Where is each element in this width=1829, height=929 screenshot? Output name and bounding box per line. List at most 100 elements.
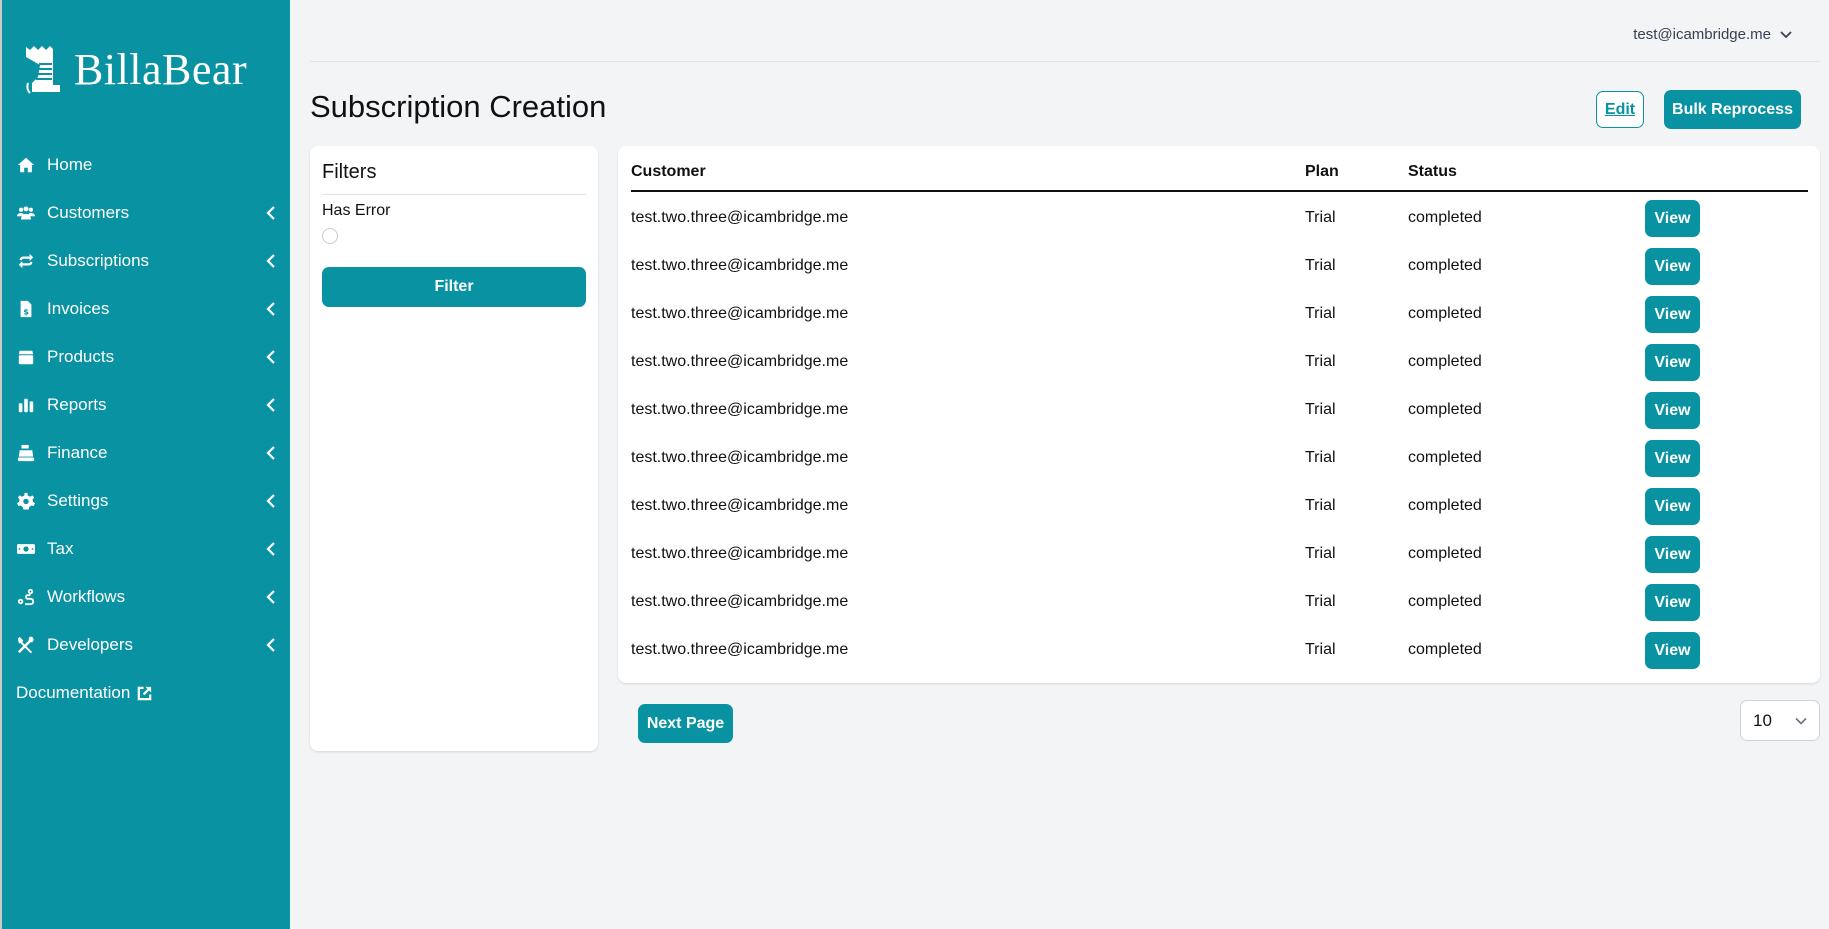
chevron-left-icon: [266, 205, 276, 221]
external-link-icon: [138, 686, 152, 700]
column-header-plan: Plan: [1305, 163, 1339, 180]
customer-cell: test.two.three@icambridge.me: [631, 593, 849, 610]
customer-cell: test.two.three@icambridge.me: [631, 641, 849, 658]
customer-cell: test.two.three@icambridge.me: [631, 401, 849, 418]
customer-cell: test.two.three@icambridge.me: [631, 545, 849, 562]
chevron-left-icon: [266, 493, 276, 509]
brand-logo[interactable]: BillaBear: [22, 44, 247, 95]
table-row: test.two.three@icambridge.me Trial complet…: [618, 435, 1820, 483]
sidebar-item-label: Tax: [47, 539, 74, 558]
plan-cell: Trial: [1305, 257, 1336, 274]
sidebar-item-label: Subscriptions: [47, 251, 150, 270]
sidebar-item-label: Products: [47, 347, 115, 366]
sidebar-item-subscriptions[interactable]: Subscriptions: [2, 237, 290, 285]
plan-cell: Trial: [1305, 641, 1336, 658]
svg-text:$: $: [23, 306, 29, 316]
sidebar-item-invoices[interactable]: $ Invoices: [2, 285, 290, 333]
table-row: test.two.three@icambridge.me Trial complet…: [618, 339, 1820, 387]
table-row: test.two.three@icambridge.me Trial complet…: [618, 579, 1820, 627]
table-row: test.two.three@icambridge.me Trial complet…: [618, 627, 1820, 675]
sidebar-item-customers[interactable]: Customers: [2, 189, 290, 237]
view-button[interactable]: View: [1645, 584, 1700, 621]
filter-button[interactable]: Filter: [322, 267, 586, 307]
invoice-icon: $: [15, 300, 37, 318]
status-cell: completed: [1408, 641, 1482, 658]
plan-cell: Trial: [1305, 209, 1336, 226]
chevron-left-icon: [266, 301, 276, 317]
column-header-customer: Customer: [631, 163, 706, 180]
view-button[interactable]: View: [1645, 344, 1700, 381]
customer-cell: test.two.three@icambridge.me: [631, 497, 849, 514]
sidebar-item-label: Finance: [47, 443, 108, 462]
brand-name: BillaBear: [74, 45, 248, 94]
sidebar-item-label: Invoices: [47, 299, 110, 318]
sidebar-nav: Home Customers Subscriptions $ Invoices …: [2, 141, 290, 717]
user-email: test@icambridge.me: [1633, 26, 1771, 43]
sidebar-item-label: Developers: [47, 635, 133, 654]
sidebar-item-home[interactable]: Home: [2, 141, 290, 189]
chevron-left-icon: [266, 349, 276, 365]
plan-cell: Trial: [1305, 497, 1336, 514]
repeat-icon: [15, 252, 37, 270]
customer-cell: test.two.three@icambridge.me: [631, 353, 849, 370]
page-size-select[interactable]: 10: [1740, 700, 1820, 741]
sidebar-item-finance[interactable]: Finance: [2, 429, 290, 477]
customer-cell: test.two.three@icambridge.me: [631, 305, 849, 322]
plan-cell: Trial: [1305, 401, 1336, 418]
sidebar-item-label: Home: [47, 155, 93, 174]
chevron-left-icon: [266, 541, 276, 557]
bulk-reprocess-button[interactable]: Bulk Reprocess: [1664, 90, 1801, 129]
subscription-creation-table: Customer Plan Status test.two.three@icam…: [618, 146, 1820, 683]
view-button[interactable]: View: [1645, 632, 1700, 669]
next-page-button[interactable]: Next Page: [638, 704, 733, 743]
status-cell: completed: [1408, 401, 1482, 418]
status-cell: completed: [1408, 545, 1482, 562]
view-button[interactable]: View: [1645, 392, 1700, 429]
view-button[interactable]: View: [1645, 536, 1700, 573]
page-title: Subscription Creation: [310, 89, 607, 124]
bear-logo-icon: [26, 45, 60, 94]
table-row: test.two.three@icambridge.me Trial complet…: [618, 243, 1820, 291]
view-button[interactable]: View: [1645, 488, 1700, 525]
customer-cell: test.two.three@icambridge.me: [631, 449, 849, 466]
sidebar-item-workflows[interactable]: Workflows: [2, 573, 290, 621]
customer-cell: test.two.three@icambridge.me: [631, 209, 849, 226]
plan-cell: Trial: [1305, 353, 1336, 370]
users-icon: [15, 204, 37, 222]
chevron-down-icon: [1780, 30, 1792, 38]
sidebar-item-settings[interactable]: Settings: [2, 477, 290, 525]
money-bill-icon: [15, 540, 37, 558]
route-icon: [15, 588, 37, 606]
column-header-status: Status: [1408, 163, 1457, 180]
sidebar-item-tax[interactable]: Tax: [2, 525, 290, 573]
has-error-checkbox[interactable]: [322, 228, 338, 244]
status-cell: completed: [1408, 257, 1482, 274]
user-menu[interactable]: test@icambridge.me: [1633, 26, 1793, 43]
plan-cell: Trial: [1305, 305, 1336, 322]
view-button[interactable]: View: [1645, 248, 1700, 285]
customer-cell: test.two.three@icambridge.me: [631, 257, 849, 274]
plan-cell: Trial: [1305, 449, 1336, 466]
filters-title: Filters: [322, 161, 377, 183]
view-button[interactable]: View: [1645, 200, 1700, 237]
box-icon: [15, 348, 37, 366]
table-row: test.two.three@icambridge.me Trial complet…: [618, 387, 1820, 435]
cash-register-icon: [15, 444, 37, 462]
sidebar-item-label: Workflows: [47, 587, 126, 606]
filters-divider: [322, 194, 586, 195]
filters-panel: Filters Has Error Filter: [310, 146, 598, 751]
view-button[interactable]: View: [1645, 440, 1700, 477]
page-size-value: 10: [1753, 710, 1772, 730]
bar-chart-icon: [15, 396, 37, 414]
sidebar-item-reports[interactable]: Reports: [2, 381, 290, 429]
chevron-left-icon: [266, 445, 276, 461]
edit-button[interactable]: Edit: [1596, 91, 1644, 128]
status-cell: completed: [1408, 449, 1482, 466]
status-cell: completed: [1408, 209, 1482, 226]
view-button[interactable]: View: [1645, 296, 1700, 333]
status-cell: completed: [1408, 593, 1482, 610]
sidebar-item-documentation[interactable]: Documentation: [2, 669, 290, 717]
table-row: test.two.three@icambridge.me Trial complet…: [618, 483, 1820, 531]
sidebar-item-products[interactable]: Products: [2, 333, 290, 381]
sidebar-item-developers[interactable]: Developers: [2, 621, 290, 669]
